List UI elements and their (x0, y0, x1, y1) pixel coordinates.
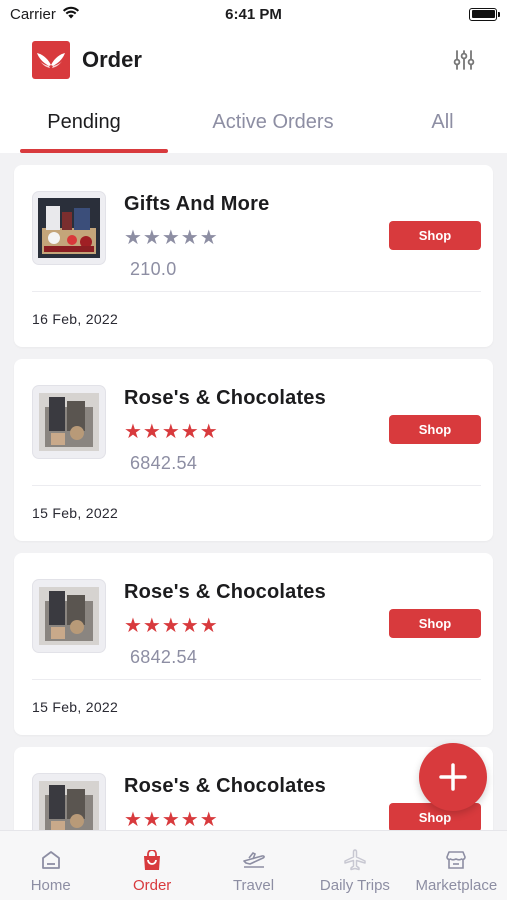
nav-label: Travel (232, 877, 275, 894)
divider (32, 485, 481, 486)
tab-label: Active Orders (212, 111, 334, 133)
shopping-bag-icon (140, 849, 164, 871)
product-image (32, 773, 106, 830)
shop-button[interactable]: Shop (389, 609, 481, 638)
plane-icon (343, 849, 367, 871)
product-image (32, 579, 106, 653)
plus-icon (439, 763, 467, 791)
shop-name: Rose's & Chocolates (124, 387, 326, 409)
home-icon (39, 849, 63, 871)
nav-daily-trips[interactable]: Daily Trips (304, 831, 405, 900)
carrier-group: Carrier (10, 6, 80, 23)
sliders-icon (453, 50, 475, 70)
nav-travel[interactable]: Travel (203, 831, 304, 900)
rating-stars: ★★★★★ (124, 615, 219, 637)
divider (32, 291, 481, 292)
rating-stars: ★★★★★ (124, 809, 219, 830)
order-card[interactable]: Gifts And More ★★★★★ 210.0 Shop 16 Feb, … (14, 165, 493, 347)
app-logo (32, 41, 70, 79)
product-image (32, 191, 106, 265)
rating-stars: ★★★★★ (124, 421, 219, 443)
add-order-button[interactable] (419, 743, 487, 811)
status-bar: Carrier 6:41 PM (0, 0, 507, 28)
product-image (32, 385, 106, 459)
tab-bar: Pending Active Orders All (0, 92, 507, 153)
nav-label: Daily Trips (319, 877, 390, 894)
order-card[interactable]: Rose's & Chocolates ★★★★★ 6842.54 Shop 1… (14, 553, 493, 735)
tab-label: All (431, 111, 454, 133)
tab-pending[interactable]: Pending (0, 92, 168, 153)
order-date: 15 Feb, 2022 (32, 699, 119, 715)
order-price: 6842.54 (130, 647, 198, 667)
rating-stars: ★★★★★ (124, 227, 219, 249)
header: Order (0, 28, 507, 92)
tab-all[interactable]: All (378, 92, 507, 153)
order-card[interactable]: Rose's & Chocolates ★★★★★ 6842.54 Shop 1… (14, 359, 493, 541)
nav-marketplace[interactable]: Marketplace (406, 831, 507, 900)
shop-button[interactable]: Shop (389, 221, 481, 250)
order-date: 15 Feb, 2022 (32, 505, 119, 521)
page-title: Order (82, 47, 142, 72)
order-price: 210.0 (130, 259, 177, 279)
wifi-icon (62, 6, 80, 23)
shop-name: Gifts And More (124, 193, 270, 215)
order-price: 6842.54 (130, 453, 198, 473)
battery-icon (469, 7, 500, 21)
nav-label: Marketplace (415, 877, 498, 894)
order-list[interactable]: Gifts And More ★★★★★ 210.0 Shop 16 Feb, … (0, 153, 507, 830)
airplane-icon (242, 849, 266, 871)
tab-label: Pending (47, 111, 121, 133)
tab-active-orders[interactable]: Active Orders (168, 92, 378, 153)
divider (32, 679, 481, 680)
shop-button[interactable]: Shop (389, 415, 481, 444)
nav-label: Home (30, 877, 71, 894)
order-date: 16 Feb, 2022 (32, 311, 119, 327)
store-icon (444, 849, 468, 871)
wings-icon (37, 53, 65, 68)
nav-label: Order (132, 877, 172, 894)
nav-order[interactable]: Order (101, 831, 202, 900)
bottom-nav: Home Order Travel Daily Trips Marketplac… (0, 830, 507, 900)
carrier-label: Carrier (10, 5, 56, 23)
filter-button[interactable] (451, 47, 477, 73)
shop-name: Rose's & Chocolates (124, 581, 326, 603)
nav-home[interactable]: Home (0, 831, 101, 900)
shop-name: Rose's & Chocolates (124, 775, 326, 797)
